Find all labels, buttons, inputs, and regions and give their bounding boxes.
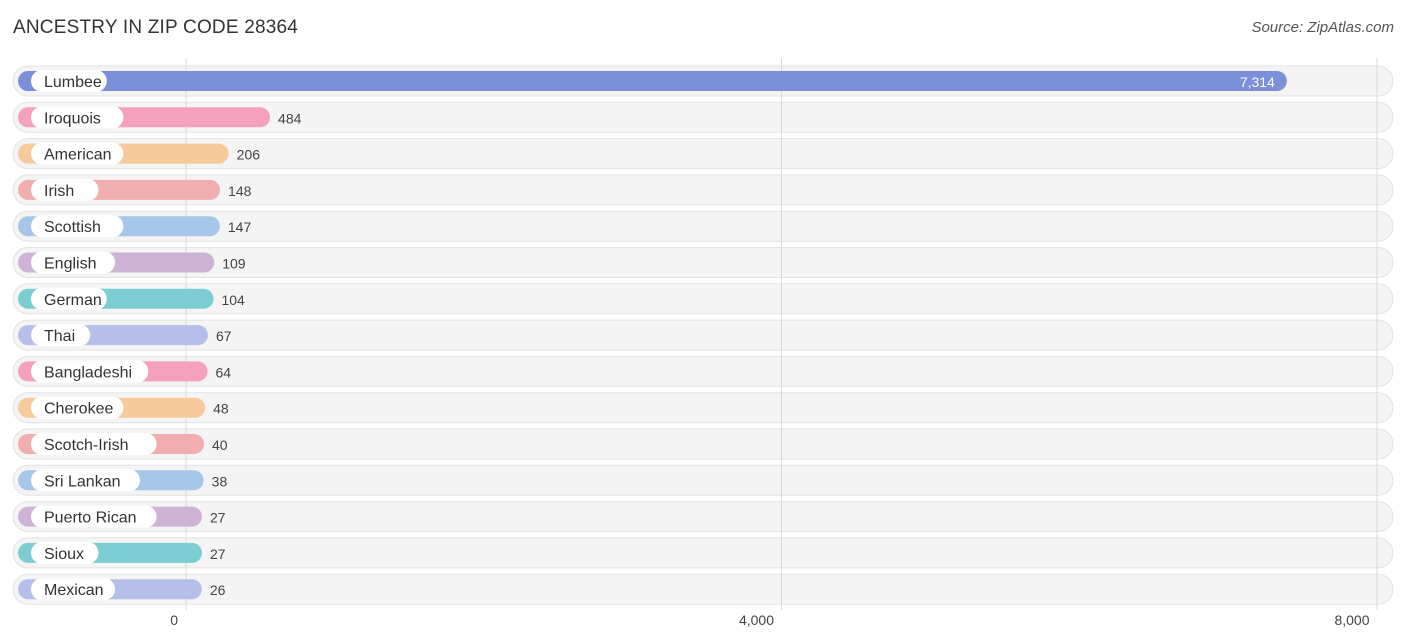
- value-label: 27: [210, 510, 226, 526]
- x-tick-label: 0: [170, 612, 178, 628]
- value-label: 206: [237, 147, 261, 163]
- value-label: 147: [228, 219, 252, 235]
- x-tick-label: 4,000: [739, 612, 774, 628]
- category-label: Mexican: [44, 582, 104, 599]
- category-label: Bangladeshi: [44, 364, 132, 381]
- value-label: 64: [216, 364, 232, 380]
- category-label: Sioux: [44, 546, 84, 563]
- value-label: 48: [213, 401, 229, 417]
- value-label: 148: [228, 183, 252, 199]
- category-label: Scotch-Irish: [44, 437, 128, 454]
- value-label: 104: [221, 292, 245, 308]
- value-label: 484: [278, 110, 302, 126]
- category-label: Scottish: [44, 219, 101, 236]
- value-label: 38: [212, 473, 228, 489]
- row-track: [12, 247, 1394, 278]
- value-label: 27: [210, 546, 226, 562]
- bar: [18, 71, 1287, 91]
- category-label: Thai: [44, 328, 75, 345]
- x-tick-label: 8,000: [1334, 612, 1369, 628]
- row-track: [12, 283, 1394, 315]
- category-label: Sri Lankan: [44, 473, 121, 490]
- bar-chart: 0 4,000 8,000 Lumbee 7,314 Iroquois 484 America…: [12, 58, 1394, 628]
- category-label: Irish: [44, 183, 74, 200]
- category-label: Cherokee: [44, 401, 113, 418]
- value-label: 109: [222, 256, 246, 272]
- category-label: Lumbee: [44, 74, 102, 91]
- category-label: English: [44, 256, 96, 273]
- value-label: 26: [210, 582, 226, 598]
- row-track: [12, 210, 1394, 242]
- value-label: 7,314: [1240, 74, 1275, 90]
- category-label: Iroquois: [44, 110, 101, 127]
- category-label: German: [44, 292, 102, 309]
- value-label: 40: [212, 437, 228, 453]
- value-label: 67: [216, 328, 232, 344]
- category-label: American: [44, 147, 112, 164]
- category-label: Puerto Rican: [44, 510, 137, 527]
